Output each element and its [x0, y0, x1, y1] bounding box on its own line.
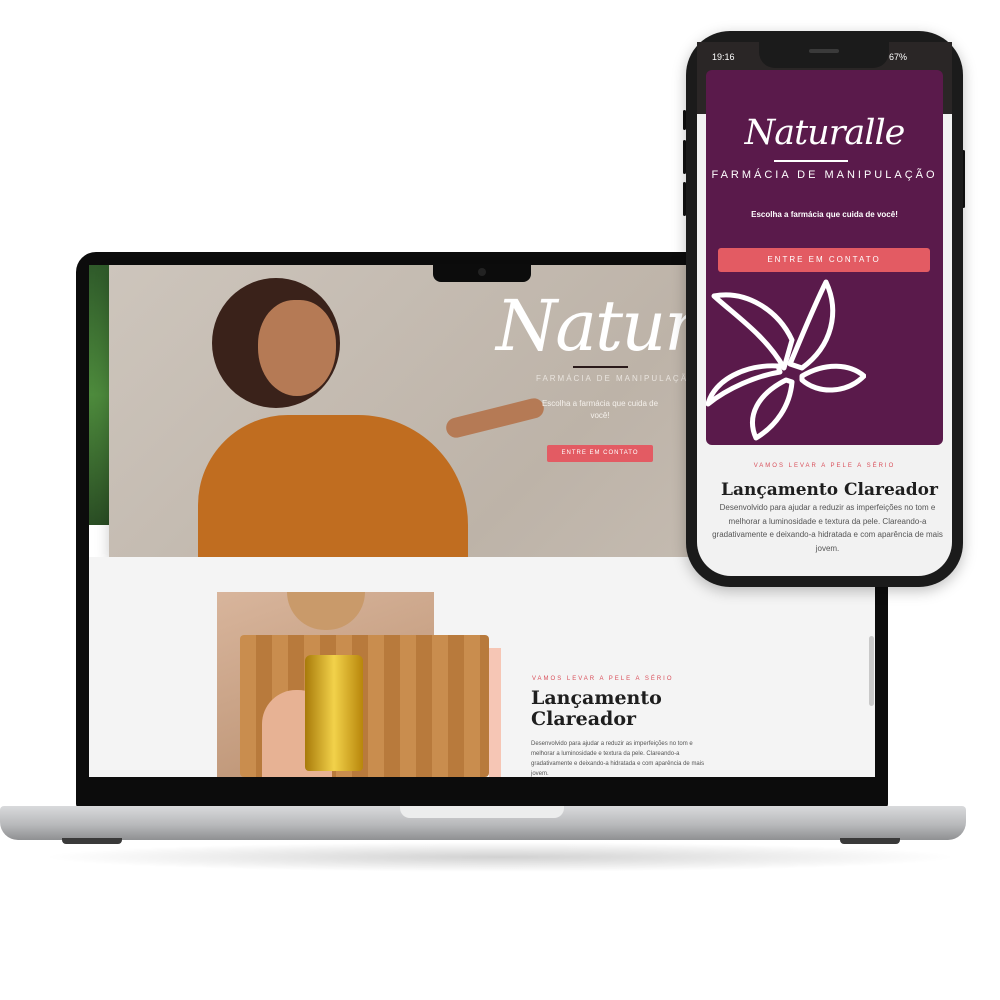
status-battery: 67% [889, 52, 908, 62]
phone-notch [759, 42, 889, 68]
desktop-contact-button[interactable]: ENTRE EM CONTATO [547, 445, 653, 462]
product-photo-accent [489, 648, 501, 777]
desktop-section-title: Lançamento Clareador [531, 687, 662, 730]
plant-leaves-image [89, 265, 109, 525]
desktop-section-body: Desenvolvido para ajudar a reduzir as im… [531, 741, 705, 777]
woman-face-image [258, 300, 336, 396]
desktop-hero-tagline: Escolha a farmácia que cuida de você! [541, 399, 659, 420]
status-time: 19:16 [712, 52, 735, 62]
desktop-logo-subtitle: FARMÁCIA DE MANIPULAÇÃO [536, 374, 697, 383]
phone-section-body: Desenvolvido para ajudar a reduzir as im… [712, 503, 943, 553]
laptop-foot-right [840, 838, 900, 844]
phone-contact-button[interactable]: ENTRE EM CONTATO [718, 248, 930, 272]
laptop-shadow [40, 842, 960, 872]
phone-logo-subtitle: FARMÁCIA DE MANIPULAÇÃO [711, 169, 938, 181]
phone-section-title: Lançamento Clareador [721, 480, 938, 500]
laptop-foot-left [62, 838, 122, 844]
phone-logo[interactable]: Naturalle [706, 113, 943, 153]
laptop-opening-groove [400, 806, 564, 818]
desktop-logo-divider [573, 366, 628, 368]
phone-hero-tagline: Escolha a farmácia que cuida de você! [751, 210, 898, 219]
phone-speaker [809, 49, 839, 53]
phone-logo-divider [774, 160, 848, 162]
phone-section-kicker: VAMOS LEVAR A PELE A SÉRIO [753, 463, 896, 469]
laptop-camera [478, 268, 486, 276]
desktop-scrollbar[interactable] [869, 636, 874, 706]
serum-bottle-image [305, 655, 363, 771]
flower-logo-icon [706, 279, 866, 441]
desktop-section-kicker: VAMOS LEVAR A PELE A SÉRIO [532, 676, 674, 682]
